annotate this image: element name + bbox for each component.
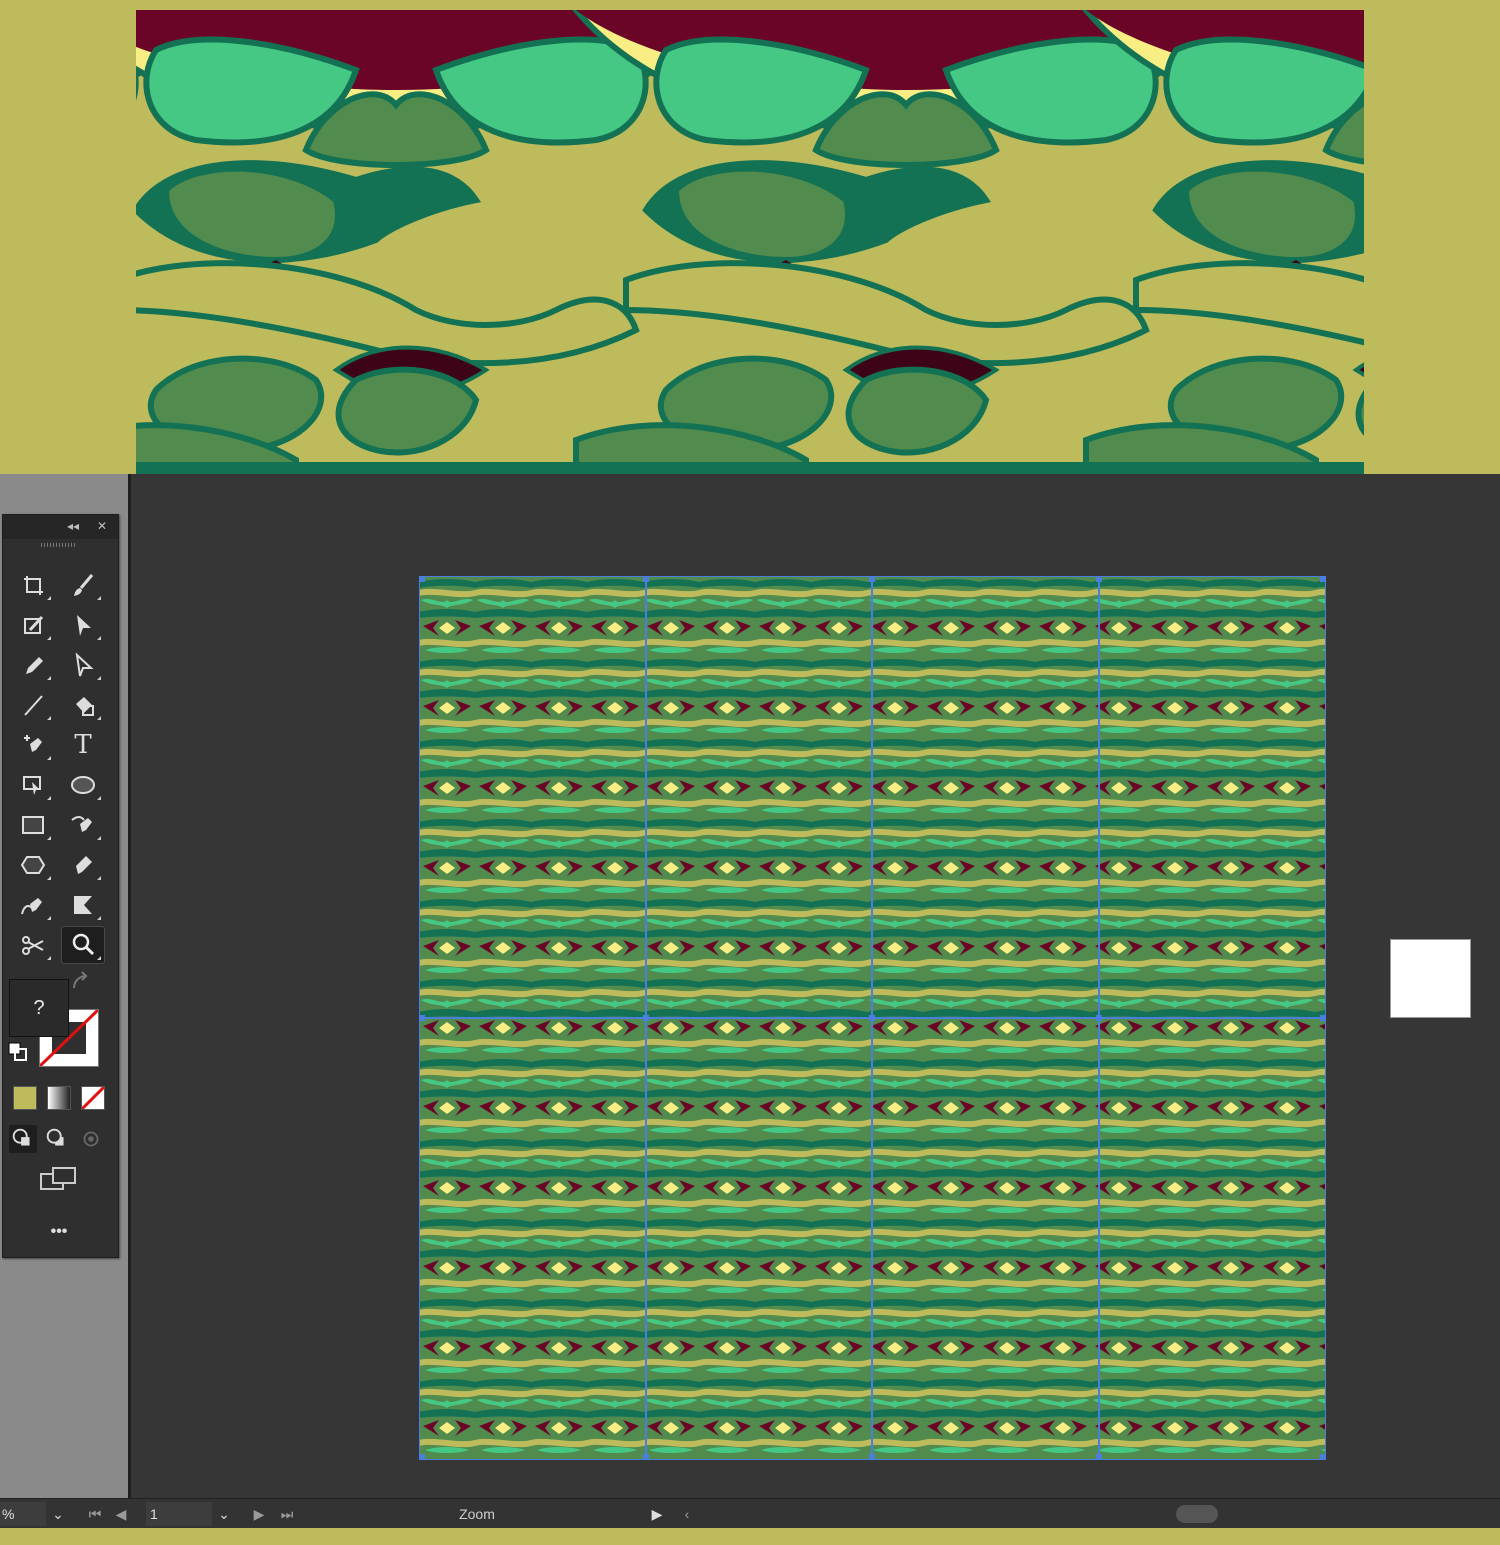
swap-fill-stroke-icon[interactable]: [65, 967, 97, 995]
gradient-mode-button[interactable]: [47, 1086, 71, 1110]
shaper-tool-icon[interactable]: [12, 607, 54, 643]
group-selection-tool-icon[interactable]: [62, 647, 104, 683]
line-segment-tool-icon[interactable]: [12, 687, 54, 723]
selection-handle[interactable]: [643, 576, 649, 582]
fill-swatch-label: ?: [33, 996, 45, 1019]
artboard-tool-icon[interactable]: [12, 567, 54, 603]
edit-toolbar-more-icon[interactable]: •••: [37, 1217, 81, 1247]
default-fill-stroke-icon[interactable]: [7, 1041, 29, 1063]
free-transform-tool-icon[interactable]: [12, 767, 54, 803]
zoom-input[interactable]: %: [0, 1502, 46, 1526]
selection-handle[interactable]: [419, 576, 425, 582]
selection-handle[interactable]: [1320, 576, 1326, 582]
tools-panel: ◂◂ ✕ T ? •••: [2, 514, 119, 1258]
color-mode-button[interactable]: [13, 1086, 37, 1110]
none-mode-button[interactable]: [81, 1086, 105, 1110]
direct-selection-tool-icon[interactable]: [62, 607, 104, 643]
change-screen-mode-icon[interactable]: [37, 1165, 81, 1195]
selection-handle[interactable]: [419, 1454, 425, 1460]
horizontal-scrollbar-thumb[interactable]: [1176, 1505, 1218, 1523]
pencil-tool-icon[interactable]: [12, 647, 54, 683]
tools-panel-titlebar[interactable]: ◂◂ ✕: [3, 515, 118, 539]
artboard-number: 1: [150, 1506, 158, 1522]
scissors-tool-icon[interactable]: [12, 927, 54, 963]
polygon-tool-icon[interactable]: [12, 847, 54, 883]
pattern-preview: [136, 10, 1364, 474]
status-label: Zoom: [459, 1506, 495, 1522]
previous-artboard-icon[interactable]: ◀: [112, 1502, 130, 1526]
add-anchor-point-tool-icon[interactable]: [12, 727, 54, 763]
fill-swatch[interactable]: ?: [9, 979, 69, 1037]
status-menu-play-icon[interactable]: ▶: [648, 1502, 666, 1526]
zoom-dropdown-chevron-down-icon[interactable]: ⌄: [46, 1502, 70, 1526]
paintbrush-tool-icon[interactable]: [62, 567, 104, 603]
artboard-number-input[interactable]: 1: [146, 1502, 212, 1526]
zoom-tool-icon[interactable]: [61, 926, 105, 964]
selection-handle[interactable]: [869, 1454, 875, 1460]
close-icon[interactable]: ✕: [97, 518, 107, 534]
artboard-dropdown-chevron-down-icon[interactable]: ⌄: [212, 1502, 236, 1526]
selection-handle[interactable]: [1096, 1015, 1102, 1021]
draw-inside-icon[interactable]: [77, 1125, 105, 1153]
last-artboard-icon[interactable]: ⏭: [278, 1502, 296, 1526]
selection-handle[interactable]: [643, 1454, 649, 1460]
rectangle-tool-icon[interactable]: [12, 807, 54, 843]
curvature-tool-icon[interactable]: [62, 807, 104, 843]
panel-grip[interactable]: [41, 543, 75, 547]
first-artboard-icon[interactable]: ⏮: [86, 1502, 104, 1526]
more-label: •••: [50, 1223, 68, 1240]
scroll-left-chevron-icon[interactable]: ‹: [678, 1502, 696, 1526]
type-tool-glyph: T: [74, 730, 92, 760]
selection-handle[interactable]: [1096, 576, 1102, 582]
draw-normal-icon[interactable]: [9, 1125, 37, 1153]
canvas-workspace[interactable]: ◂◂ ✕ T ? •••: [0, 474, 1500, 1498]
selection-handle[interactable]: [1096, 1454, 1102, 1460]
white-square[interactable]: [1390, 939, 1471, 1018]
gradient-tool-icon[interactable]: [62, 887, 104, 923]
type-tool-icon[interactable]: T: [62, 727, 104, 763]
status-bar: % ⌄ ⏮ ◀ 1 ⌄ ▶ ⏭ Zoom ▶ ‹: [0, 1498, 1500, 1529]
artboard[interactable]: [419, 576, 1326, 1460]
selection-handle[interactable]: [1320, 1454, 1326, 1460]
selection-handle[interactable]: [869, 1015, 875, 1021]
anchor-point-tool-icon[interactable]: [12, 887, 54, 923]
double-chevron-left-icon[interactable]: ◂◂: [67, 518, 79, 534]
selection-handle[interactable]: [1320, 1015, 1326, 1021]
selection-handle[interactable]: [643, 1015, 649, 1021]
pen-tool-icon[interactable]: [62, 847, 104, 883]
background-band: [0, 1528, 1500, 1545]
next-artboard-icon[interactable]: ▶: [250, 1502, 268, 1526]
selection-handle[interactable]: [419, 1015, 425, 1021]
draw-behind-icon[interactable]: [43, 1125, 71, 1153]
ellipse-tool-icon[interactable]: [62, 767, 104, 803]
selection-handle[interactable]: [869, 576, 875, 582]
live-paint-bucket-icon[interactable]: [62, 687, 104, 723]
zoom-value: %: [2, 1506, 15, 1522]
